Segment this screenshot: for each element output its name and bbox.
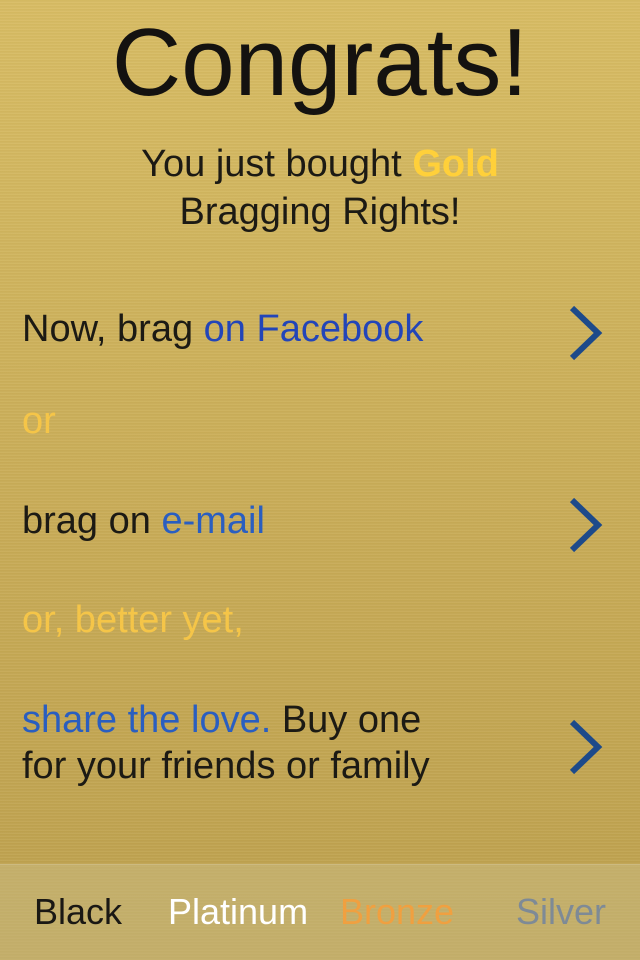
chevron-right-icon[interactable]	[566, 303, 606, 363]
share-love-rest: Buy one	[271, 699, 422, 741]
share-love-row[interactable]: share the love. Buy one for your friends…	[22, 697, 622, 789]
purchase-message-prefix: You just bought	[141, 143, 413, 185]
purchase-message: You just bought Gold Bragging Rights!	[0, 140, 640, 236]
brag-email-row[interactable]: brag on e-mail	[22, 498, 622, 544]
brag-facebook-row[interactable]: Now, brag on Facebook	[22, 306, 622, 352]
brag-email-prefix: brag on	[22, 500, 162, 542]
congrats-screen: Congrats! You just bought Gold Bragging …	[0, 0, 640, 960]
tab-bronze[interactable]: Bronze	[340, 890, 454, 934]
purchase-message-line1: You just bought Gold	[0, 140, 640, 188]
purchase-message-line2: Bragging Rights!	[179, 191, 461, 233]
share-love-link[interactable]: share the love.	[22, 699, 271, 741]
better-yet-separator: or, better yet,	[22, 599, 244, 641]
tab-black[interactable]: Black	[34, 890, 122, 934]
chevron-right-icon[interactable]	[566, 717, 606, 777]
facebook-link[interactable]: on Facebook	[204, 308, 424, 350]
page-title: Congrats!	[111, 9, 529, 116]
tab-platinum[interactable]: Platinum	[168, 890, 308, 934]
email-link[interactable]: e-mail	[161, 500, 264, 542]
brag-facebook-prefix: Now, brag	[22, 308, 204, 350]
share-love-line2: for your friends or family	[22, 745, 430, 787]
tier-tab-bar: Black Platinum Bronze Silver	[0, 864, 640, 960]
purchased-tier-label: Gold	[412, 143, 499, 185]
tab-silver[interactable]: Silver	[516, 890, 606, 934]
or-separator: or	[22, 400, 56, 442]
chevron-right-icon[interactable]	[566, 495, 606, 555]
